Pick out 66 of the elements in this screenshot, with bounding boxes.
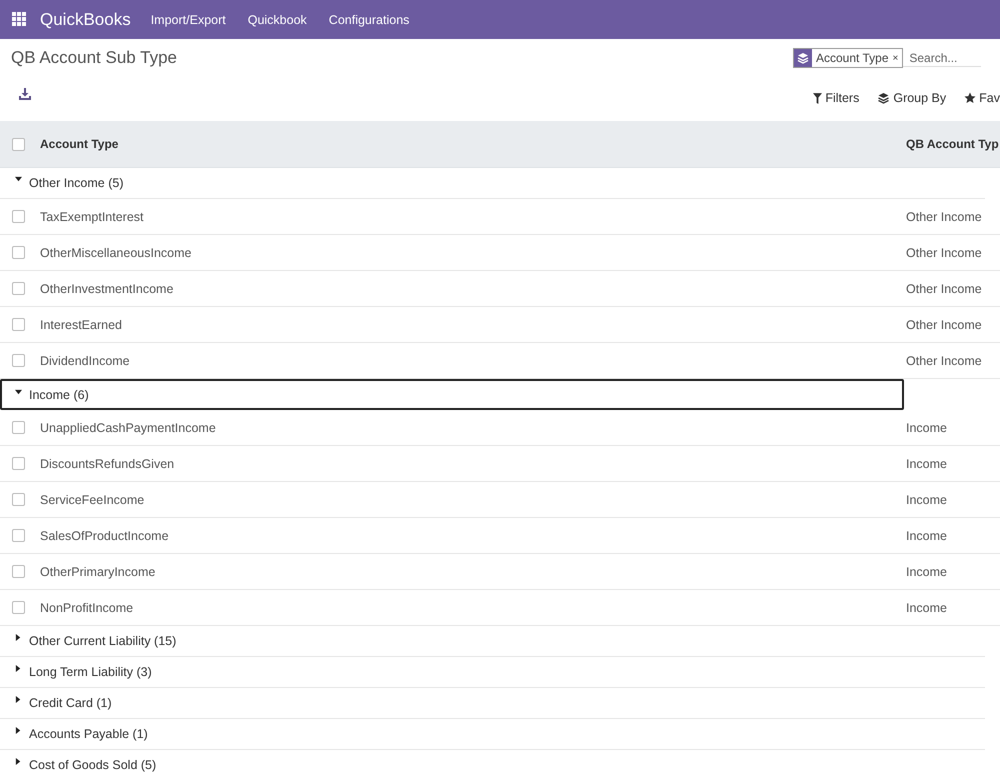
row-checkbox[interactable] bbox=[12, 493, 24, 506]
table-cell-text: Income bbox=[906, 492, 948, 506]
layers-icon bbox=[877, 92, 890, 104]
caret-icon bbox=[15, 665, 22, 672]
app-name[interactable]: QuickBooks bbox=[40, 10, 131, 30]
table-cell-text: Other Income bbox=[906, 246, 983, 260]
group-row[interactable]: Income (6) bbox=[0, 379, 904, 410]
menu-item[interactable]: Quickbook bbox=[248, 12, 307, 26]
row-checkbox[interactable] bbox=[12, 601, 24, 614]
row-checkbox[interactable] bbox=[12, 529, 24, 542]
star-icon bbox=[964, 92, 976, 104]
table-cell-text: Income bbox=[906, 456, 948, 470]
search-option-button[interactable]: Filters bbox=[813, 91, 860, 105]
search-option-button[interactable]: Group By bbox=[877, 91, 946, 105]
page-title: QB Account Sub Type bbox=[11, 48, 178, 68]
table-cell-text: OtherMiscellaneousIncome bbox=[39, 246, 192, 260]
group-row[interactable]: Cost of Goods Sold (5) bbox=[0, 750, 985, 778]
group-row[interactable]: Accounts Payable (1) bbox=[0, 719, 985, 750]
table-cell-text: NonProfitIncome bbox=[39, 600, 134, 614]
facet-label: Account Type bbox=[815, 51, 890, 65]
group-row[interactable]: Credit Card (1) bbox=[0, 688, 985, 719]
filter-icon bbox=[813, 92, 822, 104]
group-row[interactable]: Other Current Liability (15) bbox=[0, 626, 985, 657]
select-all-checkbox[interactable] bbox=[12, 138, 24, 150]
download-icon[interactable] bbox=[19, 88, 31, 100]
caret-icon bbox=[15, 176, 22, 183]
table-cell-text: Other Income bbox=[906, 282, 983, 296]
table-cell-text: Income bbox=[906, 528, 948, 542]
table-cell-text: Other Income bbox=[906, 210, 983, 224]
caret-icon bbox=[15, 758, 22, 765]
row-checkbox[interactable] bbox=[12, 421, 24, 434]
table-cell-text: OtherPrimaryIncome bbox=[39, 564, 156, 578]
group-row[interactable]: Other Income (5) bbox=[0, 168, 985, 199]
caret-icon bbox=[15, 634, 22, 641]
table-cell-text: Other Income bbox=[906, 354, 983, 368]
row-checkbox[interactable] bbox=[12, 246, 24, 259]
row-checkbox[interactable] bbox=[12, 282, 24, 295]
row-checkbox[interactable] bbox=[12, 354, 24, 367]
apps-grid-icon[interactable] bbox=[12, 12, 27, 27]
caret-icon bbox=[15, 696, 22, 703]
table-cell-text: OtherInvestmentIncome bbox=[39, 282, 174, 296]
table-cell-text: UnappliedCashPaymentIncome bbox=[39, 420, 217, 434]
table-cell-text: DiscountsRefundsGiven bbox=[39, 456, 176, 470]
table-cell-text: TaxExemptInterest bbox=[39, 210, 145, 224]
group-row[interactable]: Long Term Liability (3) bbox=[0, 657, 985, 688]
menu-item[interactable]: Configurations bbox=[328, 12, 410, 26]
table-cell-text: InterestEarned bbox=[39, 318, 123, 332]
row-checkbox[interactable] bbox=[12, 210, 24, 223]
caret-icon bbox=[15, 727, 22, 734]
caret-icon bbox=[15, 389, 22, 396]
search-option-button[interactable]: Fav bbox=[964, 91, 1000, 105]
table-cell-text: Income bbox=[906, 600, 948, 614]
row-checkbox[interactable] bbox=[12, 565, 24, 578]
table-cell-text: Income bbox=[906, 564, 948, 578]
layers-icon bbox=[794, 49, 812, 67]
table-cell-text: SalesOfProductIncome bbox=[39, 528, 170, 542]
table-cell-text: ServiceFeeIncome bbox=[39, 492, 146, 506]
column-header[interactable]: Account Type bbox=[36, 137, 906, 151]
row-checkbox[interactable] bbox=[12, 457, 24, 470]
row-checkbox[interactable] bbox=[12, 318, 24, 331]
table-cell-text: Income bbox=[906, 420, 948, 434]
menu-item[interactable]: Import/Export bbox=[150, 12, 226, 26]
table-cell-text: Other Income bbox=[906, 318, 983, 332]
remove-facet-button[interactable]: × bbox=[892, 52, 902, 64]
table-cell-text: DividendIncome bbox=[39, 354, 131, 368]
column-header[interactable]: QB Account Typ bbox=[906, 137, 1000, 151]
